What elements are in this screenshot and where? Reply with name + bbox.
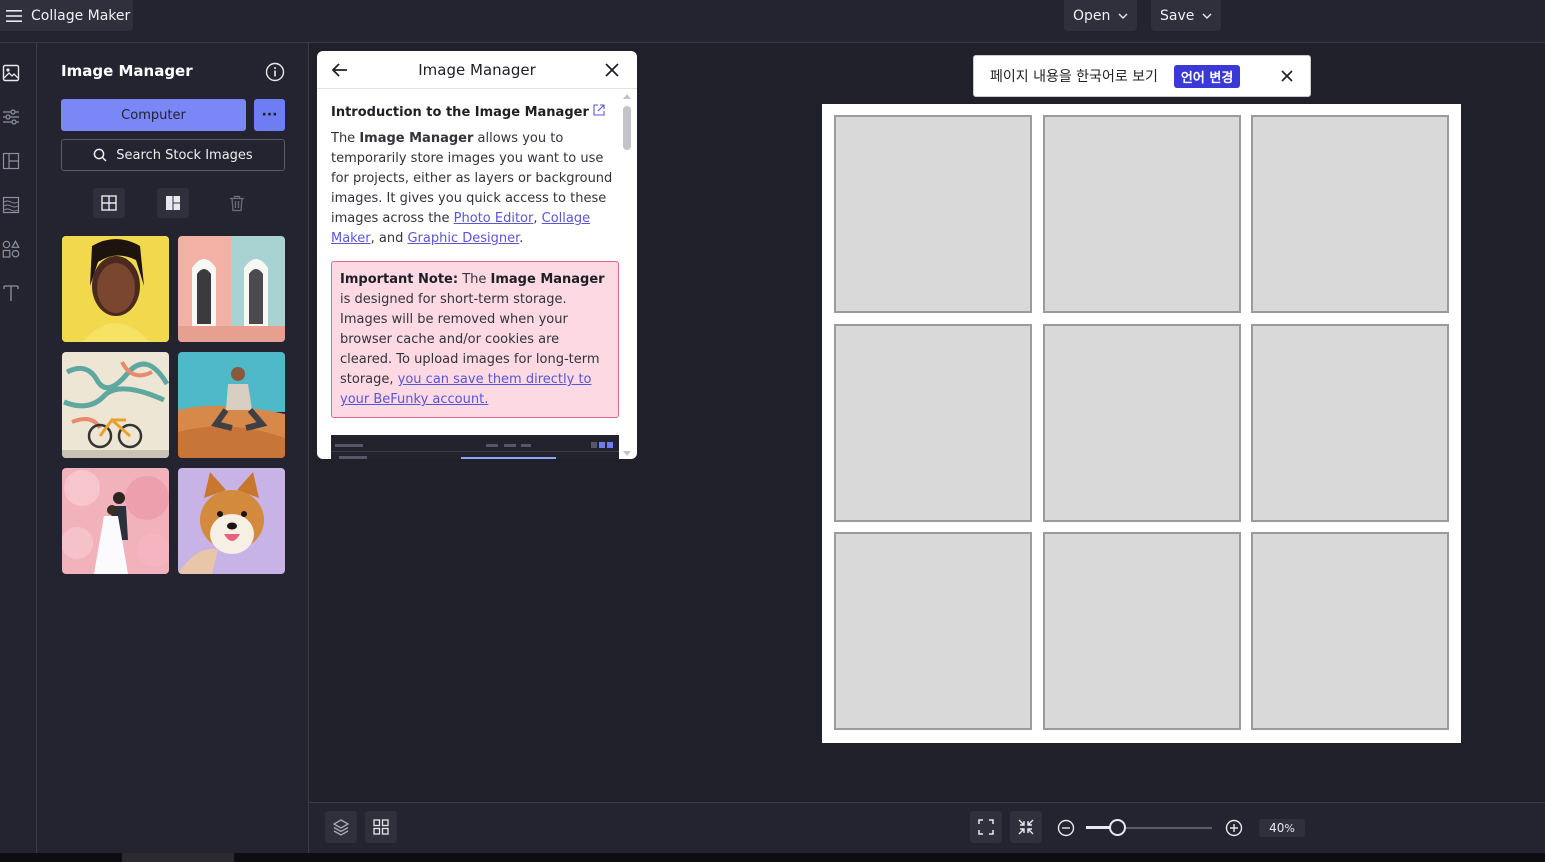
tool-rail xyxy=(0,43,37,853)
intro-paragraph: The Image Manager allows you to temporar… xyxy=(331,129,621,249)
info-icon[interactable] xyxy=(265,62,285,86)
actual-size-button[interactable] xyxy=(1010,811,1042,843)
collage-view-button[interactable] xyxy=(157,188,189,218)
close-icon xyxy=(1281,70,1293,82)
collage-cell[interactable] xyxy=(1251,532,1449,730)
thumbnail-wedding-blossoms[interactable] xyxy=(62,468,169,574)
layout-icon[interactable] xyxy=(0,150,22,172)
open-dropdown[interactable]: Open xyxy=(1064,0,1138,31)
text-icon[interactable] xyxy=(0,282,22,304)
search-stock-label: Search Stock Images xyxy=(116,147,253,163)
layout-view-button[interactable] xyxy=(93,188,125,218)
bottom-toolbar: 40% xyxy=(309,802,1545,853)
delete-button[interactable] xyxy=(221,188,253,218)
external-link-icon xyxy=(593,104,605,116)
chevron-down-icon xyxy=(1202,13,1212,19)
layers-button[interactable] xyxy=(325,811,357,843)
popup-content: Introduction to the Image Manager The Im… xyxy=(331,103,621,418)
taskbar-item[interactable] xyxy=(122,853,234,862)
zoom-in-button[interactable] xyxy=(1225,819,1243,841)
change-language-button[interactable]: 언어 변경 xyxy=(1173,64,1241,88)
more-options-button[interactable]: ··· xyxy=(254,99,285,131)
collage-cell[interactable] xyxy=(834,532,1032,730)
trash-icon xyxy=(230,195,244,211)
image-manager-help-popup: Image Manager Introduction to the Image … xyxy=(317,51,637,459)
image-manager-panel: Image Manager Computer ··· Search Stock … xyxy=(37,43,309,853)
search-icon xyxy=(93,148,107,162)
translate-close-button[interactable] xyxy=(1280,68,1294,87)
important-note: Important Note: The Image Manager is des… xyxy=(331,261,619,418)
zoom-out-button[interactable] xyxy=(1057,819,1075,841)
collage-cell[interactable] xyxy=(1043,532,1241,730)
zoom-value: 40 xyxy=(1269,821,1285,835)
shrink-icon xyxy=(1018,819,1034,835)
thumbnail-portrait-woman[interactable] xyxy=(62,236,169,342)
text-run: . xyxy=(519,231,524,246)
top-bar: Collage Maker Open Save xyxy=(0,0,1545,43)
texture-icon[interactable] xyxy=(0,194,22,216)
collage-cell[interactable] xyxy=(1043,115,1241,313)
app-title: Collage Maker xyxy=(31,7,131,24)
translate-banner: 페이지 내용을 한국어로 보기 언어 변경 xyxy=(973,55,1311,97)
text-run: , and xyxy=(370,231,408,246)
fit-to-screen-button[interactable] xyxy=(970,811,1002,843)
open-label: Open xyxy=(1073,7,1111,24)
panel-title: Image Manager xyxy=(61,62,193,80)
text-bold: Image Manager xyxy=(490,272,605,287)
intro-heading-text: Introduction to the Image Manager xyxy=(331,105,589,120)
text-run: , xyxy=(533,211,542,226)
zoom-slider-knob[interactable] xyxy=(1109,819,1126,836)
collage-cell[interactable] xyxy=(834,115,1032,313)
save-label: Save xyxy=(1160,7,1195,24)
graphic-designer-link[interactable]: Graphic Designer xyxy=(407,231,519,246)
minus-circle-icon xyxy=(1057,819,1075,837)
zoom-unit: % xyxy=(1284,821,1295,835)
plus-circle-icon xyxy=(1225,819,1243,837)
thumbnail-shiba-dog[interactable] xyxy=(178,468,285,574)
computer-upload-button[interactable]: Computer xyxy=(61,99,246,131)
shapes-icon[interactable] xyxy=(0,238,22,260)
close-icon xyxy=(605,63,619,77)
text-run: The xyxy=(331,131,360,146)
photo-editor-link[interactable]: Photo Editor xyxy=(454,211,534,226)
note-label: Important Note: xyxy=(340,272,459,287)
close-button[interactable] xyxy=(605,62,619,81)
thumbnail-mural-bicycle[interactable] xyxy=(62,352,169,458)
text-bold: Image Manager xyxy=(359,131,474,146)
zoom-level-field[interactable]: 40% xyxy=(1259,819,1305,837)
popup-scroll-thumb[interactable] xyxy=(623,106,631,150)
thumbnail-pink-doors[interactable] xyxy=(178,236,285,342)
collage-cell[interactable] xyxy=(1043,324,1241,522)
app-menu-button[interactable]: Collage Maker xyxy=(0,0,133,31)
collage-cell[interactable] xyxy=(834,324,1032,522)
collage-canvas xyxy=(822,104,1461,743)
thumbnail-man-in-desert[interactable] xyxy=(178,352,285,458)
text-run: The xyxy=(458,272,491,287)
chevron-down-icon xyxy=(1118,13,1128,19)
grid-button[interactable] xyxy=(365,811,397,843)
search-stock-images-button[interactable]: Search Stock Images xyxy=(61,139,285,171)
save-dropdown[interactable]: Save xyxy=(1151,0,1222,31)
image-icon[interactable] xyxy=(0,62,22,84)
translate-message: 페이지 내용을 한국어로 보기 xyxy=(990,69,1158,85)
collage-cell[interactable] xyxy=(1251,324,1449,522)
collage-cell[interactable] xyxy=(1251,115,1449,313)
grid-layout-icon xyxy=(166,196,180,210)
intro-heading[interactable]: Introduction to the Image Manager xyxy=(331,103,621,123)
layers-icon xyxy=(332,819,350,836)
tutorial-screenshot xyxy=(331,435,619,459)
hamburger-icon xyxy=(6,9,22,22)
grid-icon xyxy=(373,819,389,835)
popup-title: Image Manager xyxy=(418,61,536,79)
fullscreen-icon xyxy=(978,819,994,835)
layout-icon xyxy=(101,195,117,211)
adjust-icon[interactable] xyxy=(0,106,22,128)
popup-header: Image Manager xyxy=(317,51,637,89)
